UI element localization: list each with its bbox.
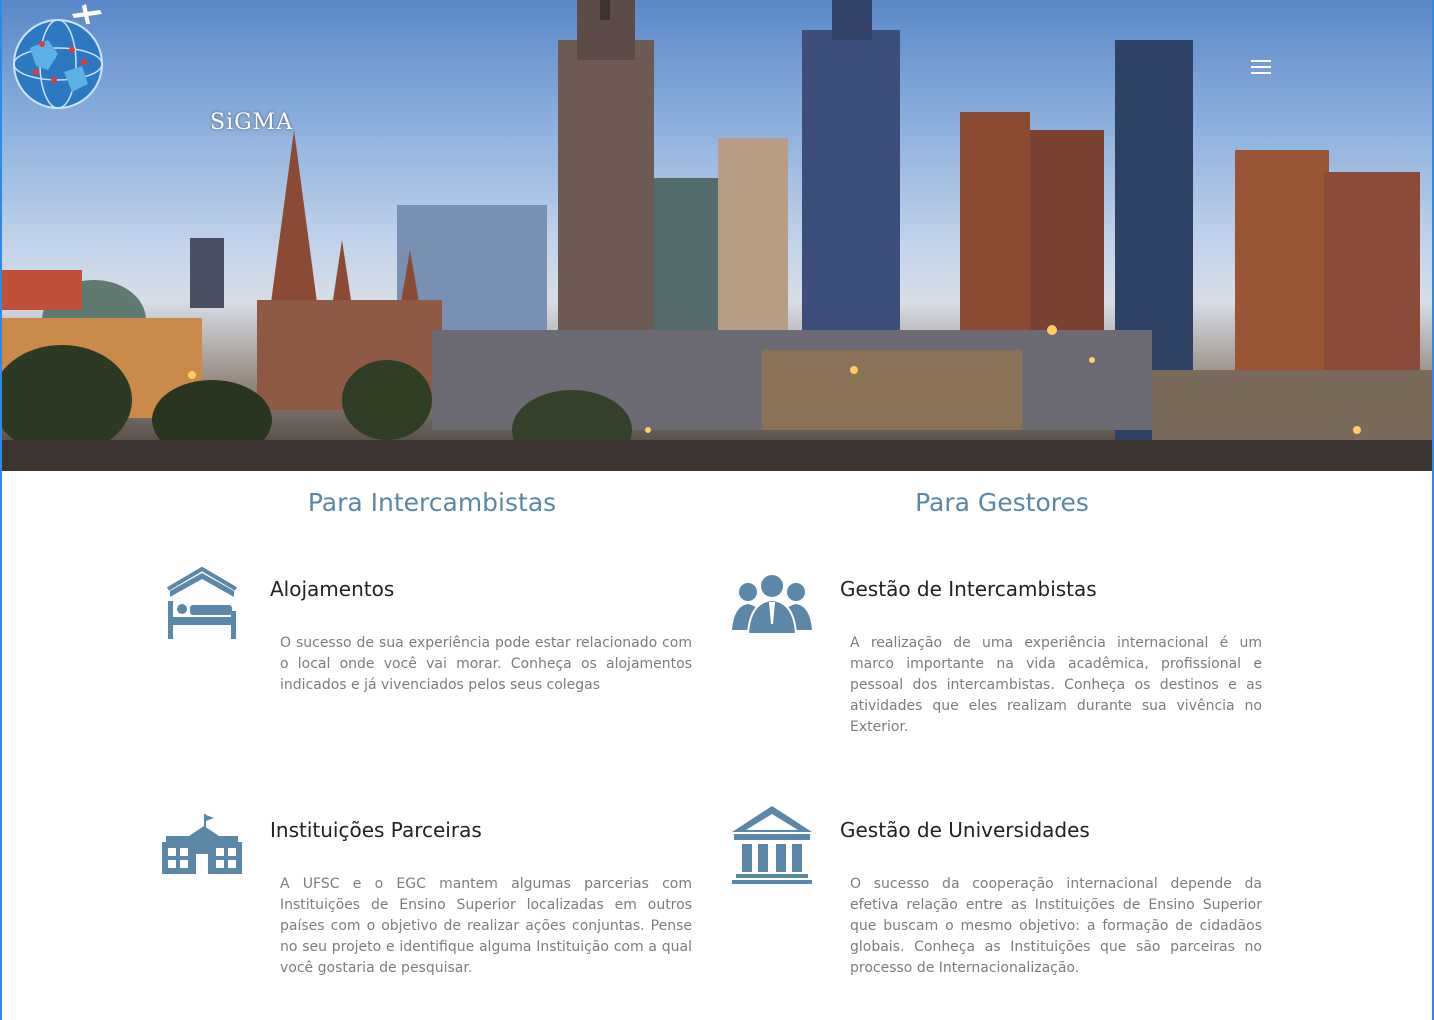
feature-description: O sucesso da cooperação internacional de… [850,876,1262,976]
feature-title: Gestão de Intercambistas [840,577,1097,601]
feature-title: Alojamentos [270,577,395,601]
feature-description: A realização de uma experiência internac… [850,635,1262,735]
window-edge-left [0,0,2,1020]
university-columns-icon [732,806,812,884]
feature-description: A UFSC e o EGC mantem algumas parcerias … [280,876,692,976]
sigma-logo[interactable] [2,0,114,140]
city-skyline-image [2,0,1432,471]
section-title-gestores: Para Gestores [915,488,1089,517]
school-building-icon [162,814,242,874]
feature-description: O sucesso de sua experiência pode estar … [280,635,692,693]
section-title-intercambistas: Para Intercambistas [307,488,557,517]
hero-banner: SiGMA [2,0,1432,471]
hamburger-menu-icon[interactable] [1248,56,1274,78]
logo-text: SiGMA [210,110,294,135]
feature-title: Gestão de Universidades [840,818,1090,842]
feature-title: Instituições Parceiras [270,818,482,842]
people-group-icon [732,573,812,635]
bed-house-icon [166,567,238,639]
